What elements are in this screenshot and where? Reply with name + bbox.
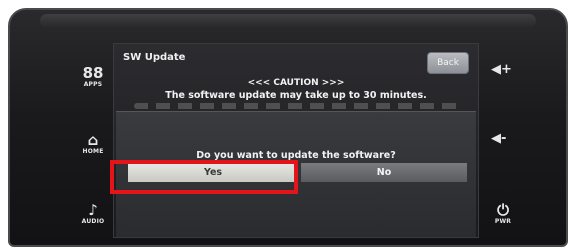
apps-button[interactable]: 88 APPS [78, 65, 108, 89]
volume-up-button[interactable]: ◀+ [491, 62, 512, 77]
screen-title: SW Update [123, 52, 186, 63]
power-icon: ⏻ [497, 201, 509, 219]
audio-label: AUDIO [81, 218, 105, 225]
caution-heading: <<< CAUTION >>> [247, 78, 345, 88]
caution-message: The software update may take up to 30 mi… [165, 90, 427, 101]
power-label: PWR [494, 218, 512, 225]
home-button[interactable]: ⌂ HOME [78, 132, 108, 156]
yes-highlight-box [110, 160, 298, 194]
audio-button[interactable]: ♪ AUDIO [78, 202, 108, 226]
apps-icon: 88 [82, 64, 104, 82]
no-button[interactable]: No [301, 163, 467, 182]
touch-screen: SW Update Back <<< CAUTION >>> The softw… [113, 43, 479, 238]
obscured-text-line [134, 103, 458, 109]
volume-down-button[interactable]: ◀- [491, 131, 506, 146]
speaker-plus-icon: ◀+ [491, 62, 512, 77]
home-icon: ⌂ [87, 131, 99, 149]
apps-label: APPS [83, 81, 103, 88]
home-label: HOME [82, 148, 104, 155]
power-button[interactable]: ⏻ PWR [488, 202, 518, 226]
back-button[interactable]: Back [427, 52, 469, 74]
speaker-minus-icon: ◀- [491, 131, 507, 146]
audio-icon: ♪ [88, 201, 98, 219]
